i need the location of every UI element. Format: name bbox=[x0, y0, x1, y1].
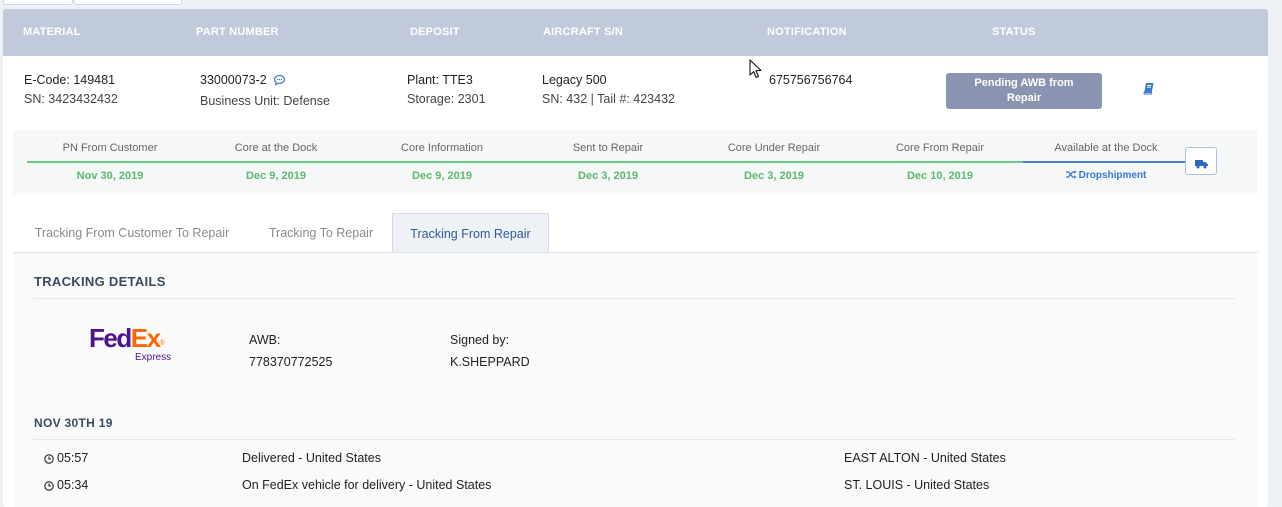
step-label: Core Information bbox=[401, 142, 483, 154]
step-pn-from-customer: PN From Customer Nov 30, 2019 bbox=[27, 130, 193, 194]
aircraft-cell: Legacy 500 SN: 432 | Tail #: 423432 bbox=[542, 71, 675, 109]
step-line bbox=[27, 161, 193, 163]
step-line bbox=[525, 161, 691, 163]
dropshipment-link[interactable]: Dropshipment bbox=[1023, 170, 1189, 182]
header-part-number: PART NUMBER bbox=[196, 26, 279, 38]
event-time: 05:34 bbox=[44, 478, 88, 494]
signed-by-label: Signed by: bbox=[450, 333, 510, 347]
aircraft-sn-tail: SN: 432 | Tail #: 423432 bbox=[542, 92, 675, 106]
step-sent-to-repair: Sent to Repair Dec 3, 2019 bbox=[525, 130, 691, 194]
header-status: STATUS bbox=[992, 26, 1036, 38]
step-label: Core From Repair bbox=[895, 142, 985, 154]
step-core-information: Core Information Dec 9, 2019 bbox=[359, 130, 525, 194]
tab-tracking-from-repair[interactable]: Tracking From Repair bbox=[392, 213, 549, 253]
step-label: Sent to Repair bbox=[572, 142, 644, 154]
step-label: Available at the Dock bbox=[1054, 142, 1158, 154]
truck-button[interactable] bbox=[1185, 147, 1217, 175]
tracking-date-heading: NOV 30TH 19 bbox=[34, 416, 113, 430]
step-line bbox=[1023, 161, 1189, 163]
ecode: E-Code: 149481 bbox=[24, 73, 116, 87]
aircraft-model: Legacy 500 bbox=[542, 73, 607, 87]
step-line bbox=[193, 161, 359, 163]
order-panel: MATERIAL PART NUMBER DEPOSIT AIRCRAFT S/… bbox=[3, 9, 1268, 507]
part-number-cell: 33000073-2 Business Unit: Defense bbox=[200, 71, 330, 111]
progress-steps: PN From Customer Nov 30, 2019 Core at th… bbox=[13, 130, 1257, 194]
event-time: 05:57 bbox=[44, 451, 88, 467]
step-date: Dec 3, 2019 bbox=[578, 170, 638, 182]
header-notification: NOTIFICATION bbox=[767, 26, 847, 38]
step-label: Core at the Dock bbox=[234, 142, 318, 154]
divider bbox=[33, 298, 1235, 299]
dropshipment-label: Dropshipment bbox=[1078, 170, 1147, 181]
serial-number: SN: 3423432432 bbox=[24, 92, 118, 106]
business-unit: Business Unit: Defense bbox=[200, 94, 330, 108]
step-line bbox=[691, 161, 857, 163]
notification-value: 675756756764 bbox=[769, 73, 853, 87]
step-date: Dec 9, 2019 bbox=[412, 170, 472, 182]
header-deposit: DEPOSIT bbox=[410, 26, 460, 38]
event-location: ST. LOUIS - United States bbox=[844, 478, 990, 492]
part-number: 33000073-2 bbox=[200, 73, 267, 87]
step-core-from-repair: Core From Repair Dec 10, 2019 bbox=[857, 130, 1023, 194]
top-button-right[interactable] bbox=[74, 0, 182, 5]
fedex-logo: FedEx® Express bbox=[89, 323, 172, 363]
signed-by-value: K.SHEPPARD bbox=[450, 355, 530, 369]
step-date: Dec 10, 2019 bbox=[906, 170, 974, 182]
event-description: Delivered - United States bbox=[242, 451, 381, 465]
step-date: Dec 9, 2019 bbox=[246, 170, 306, 182]
header-material: MATERIAL bbox=[23, 26, 81, 38]
tracking-details-panel: TRACKING DETAILS FedEx® Express AWB: 778… bbox=[13, 253, 1257, 507]
event-description: On FedEx vehicle for delivery - United S… bbox=[242, 478, 492, 492]
comment-icon[interactable] bbox=[273, 73, 286, 92]
fedex-logo-ex: Ex bbox=[130, 323, 161, 353]
divider bbox=[33, 439, 1235, 440]
status-button[interactable]: Pending AWB from Repair bbox=[946, 73, 1102, 109]
step-available-at-dock: Available at the Dock Dropshipment bbox=[1023, 130, 1189, 194]
status-line-1: Pending AWB from bbox=[974, 77, 1074, 89]
plant: Plant: TTE3 bbox=[407, 73, 473, 87]
mouse-cursor-icon bbox=[749, 59, 763, 84]
fedex-logo-express: Express bbox=[135, 352, 172, 363]
clock-icon bbox=[44, 453, 54, 467]
header-aircraft-sn: AIRCRAFT S/N bbox=[543, 26, 624, 38]
step-label: PN From Customer bbox=[62, 142, 158, 154]
deposit-cell: Plant: TTE3 Storage: 2301 bbox=[407, 71, 486, 109]
top-button-left[interactable] bbox=[3, 0, 73, 5]
truck-icon bbox=[1195, 156, 1208, 174]
shuffle-icon bbox=[1065, 170, 1077, 182]
step-date: Nov 30, 2019 bbox=[76, 170, 144, 182]
status-line-2: Repair bbox=[1006, 92, 1042, 104]
event-time-value: 05:34 bbox=[57, 478, 89, 492]
tracking-details-title: TRACKING DETAILS bbox=[34, 274, 166, 289]
material-cell: E-Code: 149481 SN: 3423432432 bbox=[24, 71, 118, 109]
table-header: MATERIAL PART NUMBER DEPOSIT AIRCRAFT S/… bbox=[3, 9, 1268, 56]
clock-icon bbox=[44, 480, 54, 494]
step-core-under-repair: Core Under Repair Dec 3, 2019 bbox=[691, 130, 857, 194]
step-core-at-dock: Core at the Dock Dec 9, 2019 bbox=[193, 130, 359, 194]
storage: Storage: 2301 bbox=[407, 92, 486, 106]
awb-label: AWB: bbox=[249, 333, 281, 347]
event-time-value: 05:57 bbox=[57, 451, 89, 465]
tab-tracking-to-repair[interactable]: Tracking To Repair bbox=[251, 213, 391, 253]
book-icon[interactable] bbox=[1143, 82, 1155, 100]
step-label: Core Under Repair bbox=[727, 142, 821, 154]
tab-tracking-from-customer-to-repair[interactable]: Tracking From Customer To Repair bbox=[13, 213, 251, 253]
step-date: Dec 3, 2019 bbox=[744, 170, 804, 182]
awb-value: 778370772525 bbox=[249, 355, 333, 369]
step-line bbox=[857, 161, 1023, 163]
fedex-logo-fed: Fed bbox=[89, 323, 132, 353]
event-location: EAST ALTON - United States bbox=[844, 451, 1006, 465]
step-line bbox=[359, 161, 525, 163]
